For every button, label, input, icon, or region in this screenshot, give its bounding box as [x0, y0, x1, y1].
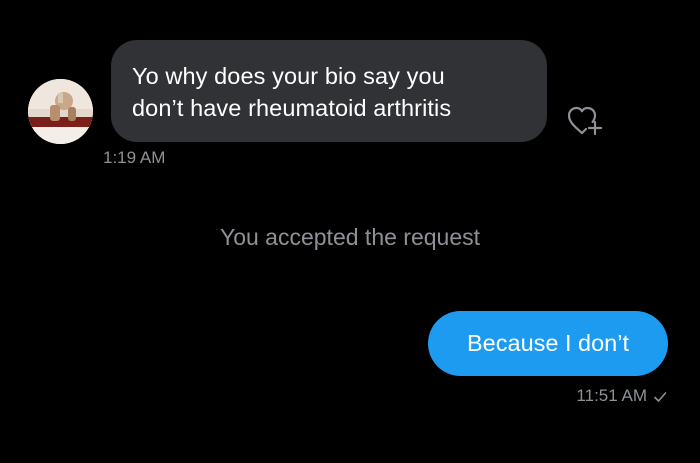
incoming-message-line-1: Yo why does your bio say you	[132, 63, 445, 89]
outgoing-timestamp: 11:51 AM	[576, 386, 647, 405]
incoming-timestamp: 1:19 AM	[103, 148, 166, 167]
sender-avatar[interactable]	[28, 79, 93, 144]
outgoing-meta: 11:51 AM	[576, 386, 667, 406]
incoming-message-bubble[interactable]: Yo why does your bio say you don’t have …	[111, 40, 547, 142]
incoming-message-line-2: don’t have rheumatoid arthritis	[132, 95, 452, 121]
outgoing-message-bubble[interactable]: Because I don’t	[428, 311, 668, 376]
checkmark-icon	[653, 389, 667, 403]
heart-plus-icon[interactable]	[565, 102, 611, 140]
avatar-photo	[28, 79, 93, 144]
request-accepted-notice: You accepted the request	[219, 224, 481, 250]
outgoing-message-text: Because I don’t	[467, 330, 629, 356]
